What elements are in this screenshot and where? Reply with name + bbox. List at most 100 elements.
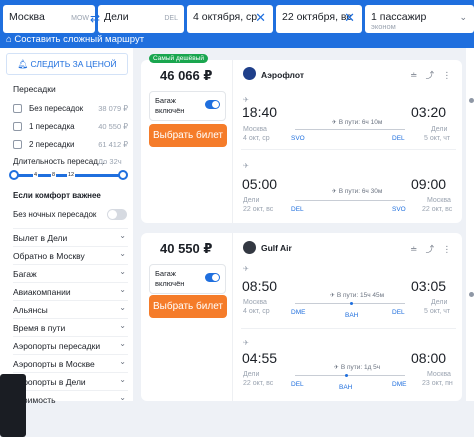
checkbox[interactable]: [13, 140, 22, 149]
card-actions[interactable]: ≐ ⤴ ⋮: [410, 243, 454, 255]
plane-icon: ✈: [243, 340, 249, 347]
chevron-down-icon: ⌄: [119, 249, 126, 258]
departure-time: 04:55: [242, 350, 278, 366]
stop-airport-code: BAH: [339, 384, 353, 391]
stop-dot: [350, 302, 353, 305]
filter-section-return[interactable]: Обратно в Москву ⌄: [13, 246, 128, 262]
chevron-down-icon: ⌄: [119, 339, 126, 348]
depart-date-value: 4 октября, ср: [193, 11, 258, 23]
baggage-option: Багаж включён: [149, 91, 226, 121]
cheapest-badge: Самый дешёвый: [149, 54, 208, 63]
filter-section-label: Альянсы: [13, 305, 48, 315]
departure-city: Дели: [243, 371, 260, 378]
departure-airport-code: DEL: [291, 206, 304, 213]
airline-logo-icon: [243, 67, 256, 80]
plane-icon: ✈: [331, 189, 337, 195]
filter-section-price[interactable]: Стоимость ⌄: [13, 390, 128, 406]
layover-slider-min-handle[interactable]: [9, 170, 19, 180]
flight-duration-text: В пути: 6ч 30м: [338, 188, 383, 195]
checkbox[interactable]: [13, 104, 22, 113]
filter-section-label: Аэропорты в Москве: [13, 359, 95, 369]
card-actions[interactable]: ≐ ⤴ ⋮: [410, 69, 454, 81]
stops-option-one[interactable]: 1 пересадка 40 550 ₽: [13, 121, 128, 133]
stop-airport-code: BAH: [345, 312, 359, 319]
ticket-price-column: Самый дешёвый 46 066 ₽ Багаж включён Выб…: [141, 54, 233, 223]
flight-duration: ✈ В пути: 1д 5ч: [309, 364, 405, 371]
layover-label: Длительность пересад...: [13, 157, 105, 166]
filter-section-duration[interactable]: Время в пути ⌄: [13, 318, 128, 334]
complex-route-link[interactable]: ⌂ Составить сложный маршрут: [6, 34, 144, 45]
arrival-city: Москва: [427, 197, 451, 204]
origin-field[interactable]: Москва MOW: [3, 5, 95, 33]
plane-icon: ✈: [243, 97, 249, 104]
complex-route-label: Составить сложный маршрут: [14, 34, 145, 45]
layover-slider-max-handle[interactable]: [118, 170, 128, 180]
slider-tick: 8: [51, 172, 57, 178]
layover-max: До 32ч: [98, 157, 122, 166]
filter-section-airlines[interactable]: Авиакомпании ⌄: [13, 282, 128, 298]
filter-section-transfer-airports[interactable]: Аэропорты пересадки ⌄: [13, 336, 128, 352]
arrival-time: 08:00: [411, 350, 447, 366]
baggage-toggle[interactable]: [205, 273, 220, 282]
ticket-card[interactable]: Самый дешёвый 46 066 ₽ Багаж включён Выб…: [141, 54, 462, 223]
route-line: [295, 375, 405, 376]
slider-tick: 4: [33, 172, 39, 178]
chevron-down-icon: ⌄: [119, 375, 126, 384]
comfort-title: Если комфорт важнее: [13, 191, 101, 200]
return-date-field[interactable]: 22 октября, вс ✕: [276, 5, 362, 33]
select-ticket-button[interactable]: Выбрать билет: [149, 124, 227, 147]
arrival-city: Дели: [431, 299, 448, 306]
chevron-down-icon: ⌄: [119, 303, 126, 312]
chevron-down-icon: ⌄: [459, 12, 467, 22]
filter-section-baggage[interactable]: Багаж ⌄: [13, 264, 128, 280]
stops-title: Пересадки: [13, 84, 56, 94]
clear-return-icon[interactable]: ✕: [344, 10, 355, 26]
baggage-toggle[interactable]: [205, 100, 220, 109]
filter-section-moscow-airports[interactable]: Аэропорты в Москве ⌄: [13, 354, 128, 370]
search-bar: Москва MOW ⇄ Дели DEL 4 октября, ср ✕ 22…: [0, 0, 474, 48]
chevron-down-icon: ⌄: [119, 321, 126, 330]
checkbox[interactable]: [13, 122, 22, 131]
departure-airport-code: SVO: [291, 135, 305, 142]
baggage-label: Багаж включён: [155, 269, 185, 288]
filter-section-label: Авиакомпании: [13, 287, 71, 297]
stops-option-label: 1 пересадка: [29, 122, 75, 131]
stops-option-price: 61 412 ₽: [98, 140, 128, 149]
plane-icon: ✈: [329, 293, 335, 299]
destination-code: DEL: [164, 15, 178, 22]
airline-name: Аэрофлот: [261, 70, 304, 80]
filter-section-alliances[interactable]: Альянсы ⌄: [13, 300, 128, 316]
arrival-date: 22 окт, вс: [422, 206, 453, 213]
stop-dot: [345, 374, 348, 377]
destination-field[interactable]: Дели DEL: [98, 5, 184, 33]
filter-section-label: Багаж: [13, 269, 37, 279]
no-night-toggle[interactable]: [107, 209, 127, 220]
slider-tick: 12: [67, 172, 76, 178]
depart-date-field[interactable]: 4 октября, ср ✕: [187, 5, 273, 33]
swap-icon[interactable]: ⇄: [89, 11, 101, 27]
select-ticket-button[interactable]: Выбрать билет: [149, 295, 227, 318]
flight-duration: ✈ В пути: 15ч 45м: [309, 292, 405, 299]
arrival-time: 09:00: [411, 176, 447, 192]
track-price-button[interactable]: 🔔︎ СЛЕДИТЬ ЗА ЦЕНОЙ: [6, 53, 128, 75]
filter-section-delhi-airports[interactable]: Аэропорты в Дели ⌄: [13, 372, 128, 388]
ticket-price-column: 40 550 ₽ Багаж включён Выбрать билет: [141, 233, 233, 401]
ticket-card[interactable]: 40 550 ₽ Багаж включён Выбрать билет Gul…: [141, 233, 462, 401]
stops-option-price: 38 079 ₽: [98, 104, 128, 113]
chevron-down-icon: ⌄: [119, 357, 126, 366]
route-line: [295, 200, 405, 201]
plane-icon: ✈: [333, 365, 339, 371]
stops-option-two[interactable]: 2 пересадки 61 412 ₽: [13, 139, 128, 151]
stops-option-direct[interactable]: Без пересадок 38 079 ₽: [13, 103, 128, 115]
arrival-time: 03:20: [411, 104, 447, 120]
overlay-panel: [0, 374, 26, 437]
origin-code: MOW: [71, 15, 89, 22]
arrival-city: Дели: [431, 126, 448, 133]
passengers-field[interactable]: 1 пассажир ⌄ эконом: [365, 5, 474, 33]
leg-divider: [241, 328, 456, 329]
flight-duration: ✈ В пути: 6ч 10м: [309, 119, 405, 126]
clear-depart-icon[interactable]: ✕: [255, 10, 266, 26]
departure-time: 08:50: [242, 278, 278, 294]
filter-section-depart[interactable]: Вылет в Дели ⌄: [13, 228, 128, 244]
arrival-city: Москва: [427, 371, 451, 378]
